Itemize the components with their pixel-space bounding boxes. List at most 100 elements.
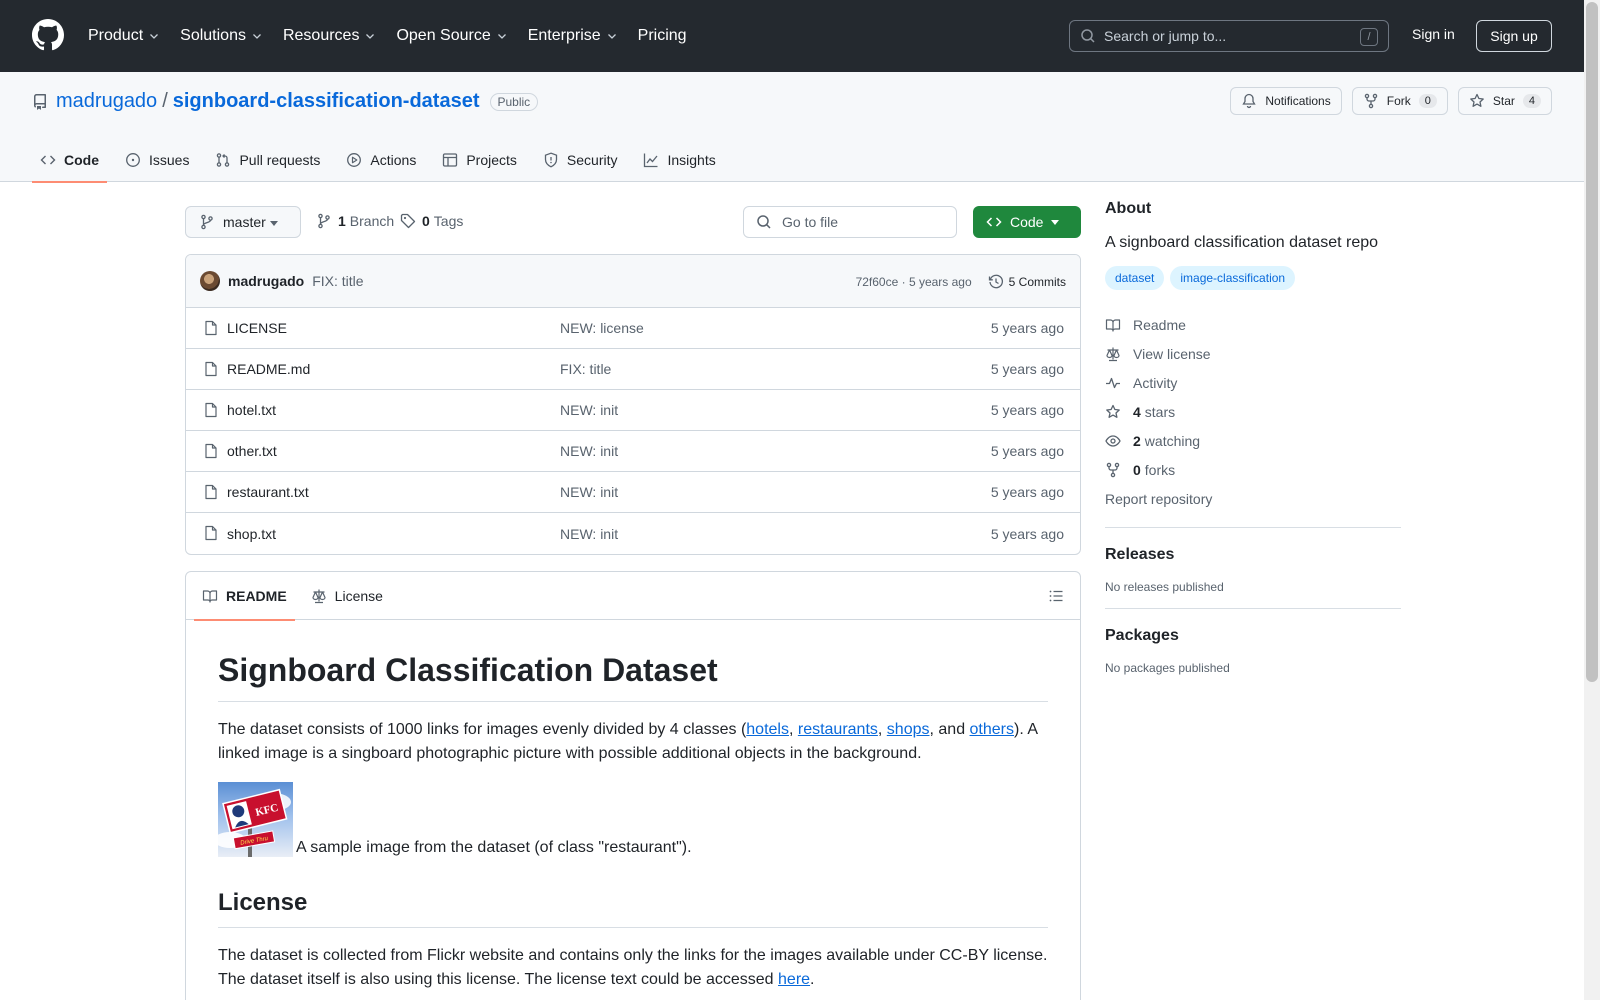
watching-link[interactable]: 2 watching [1105, 426, 1401, 455]
file-commit-message[interactable]: NEW: init [560, 443, 618, 459]
packages-title[interactable]: Packages [1105, 627, 1401, 645]
stars-link[interactable]: 4 stars [1105, 397, 1401, 426]
branch-count-link[interactable]: 1 Branch [316, 213, 394, 229]
sign-up-button[interactable]: Sign up [1476, 20, 1552, 52]
scrollbar-thumb[interactable] [1586, 2, 1598, 682]
nav-open-source-label: Open Source [396, 27, 491, 44]
file-name-link[interactable]: shop.txt [227, 526, 276, 542]
nav-pricing[interactable]: Pricing [638, 27, 687, 45]
play-icon [347, 153, 362, 167]
tab-code-label: Code [64, 152, 99, 168]
nav-product[interactable]: Product [88, 27, 160, 45]
forks-link[interactable]: 0 forks [1105, 455, 1401, 484]
link-shops[interactable]: shops [887, 721, 930, 738]
file-commit-message[interactable]: NEW: init [560, 402, 618, 418]
report-repository-link[interactable]: Report repository [1105, 484, 1401, 513]
link-others[interactable]: others [970, 721, 1014, 738]
link-hotels[interactable]: hotels [746, 721, 789, 738]
tag-count-link[interactable]: 0 Tags [400, 213, 463, 229]
license-heading: License [218, 881, 1048, 928]
link-here[interactable]: here [778, 971, 810, 988]
file-commit-message[interactable]: FIX: title [560, 361, 611, 377]
go-to-file-input[interactable]: Go to file [743, 206, 957, 238]
file-name-link[interactable]: hotel.txt [227, 402, 276, 418]
nav-enterprise[interactable]: Enterprise [528, 27, 618, 45]
fork-button[interactable]: Fork 0 [1351, 87, 1448, 115]
tab-pull-requests[interactable]: Pull requests [207, 138, 328, 182]
code-dropdown-button[interactable]: Code [973, 206, 1081, 238]
tab-code[interactable]: Code [32, 138, 107, 183]
nav-solutions[interactable]: Solutions [180, 27, 263, 45]
sign-in-link[interactable]: Sign in [1412, 26, 1455, 42]
view-license-link[interactable]: View license [1105, 339, 1401, 368]
readme-link[interactable]: Readme [1105, 310, 1401, 339]
avatar[interactable] [200, 271, 220, 291]
code-icon [40, 155, 56, 165]
tab-readme[interactable]: README [194, 572, 295, 621]
topics-list: dataset image-classification [1105, 266, 1401, 290]
commits-history-link[interactable]: 5 Commits [988, 274, 1066, 290]
tab-actions[interactable]: Actions [338, 138, 424, 182]
file-name-link[interactable]: README.md [227, 361, 310, 377]
commit-hash-time[interactable]: 72f60ce · 5 years ago [856, 275, 972, 289]
tab-issues[interactable]: Issues [117, 138, 197, 182]
file-commit-message[interactable]: NEW: init [560, 526, 618, 542]
file-name-link[interactable]: restaurant.txt [227, 484, 309, 500]
file-row[interactable]: LICENSE NEW: license 5 years ago [186, 308, 1080, 349]
file-commit-message[interactable]: NEW: init [560, 484, 618, 500]
code-icon [986, 217, 1002, 227]
nav-resources[interactable]: Resources [283, 27, 376, 45]
law-icon [312, 589, 326, 603]
search-icon [1081, 29, 1095, 43]
tab-projects[interactable]: Projects [434, 138, 525, 182]
sidebar-divider [1105, 527, 1401, 528]
nav-open-source[interactable]: Open Source [396, 27, 507, 45]
tab-insights[interactable]: Insights [635, 138, 723, 182]
star-icon [1106, 404, 1120, 418]
activity-label: Activity [1133, 374, 1178, 391]
fork-label: Fork [1386, 94, 1411, 108]
commit-message-link[interactable]: FIX: title [312, 273, 363, 289]
file-row[interactable]: shop.txt NEW: init 5 years ago [186, 513, 1080, 554]
commit-author-link[interactable]: madrugado [228, 273, 304, 289]
link-restaurants[interactable]: restaurants [798, 721, 878, 738]
star-icon [1470, 93, 1484, 107]
nav-resources-label: Resources [282, 27, 360, 44]
history-icon [988, 274, 1003, 288]
tab-projects-label: Projects [466, 152, 517, 168]
file-row[interactable]: restaurant.txt NEW: init 5 years ago [186, 472, 1080, 513]
star-label: Star [1492, 94, 1515, 108]
issue-icon [126, 153, 140, 167]
activity-link[interactable]: Activity [1105, 368, 1401, 397]
tab-license-label: License [334, 587, 383, 604]
topic-tag[interactable]: dataset [1105, 266, 1165, 290]
intro-and: , and [929, 721, 970, 738]
list-unordered-icon[interactable] [1048, 588, 1064, 604]
pulse-icon [1106, 377, 1120, 388]
topic-tag[interactable]: image-classification [1170, 266, 1296, 290]
repo-owner-link[interactable]: madrugado [56, 90, 157, 113]
star-button[interactable]: Star 4 [1457, 87, 1552, 115]
file-commit-message[interactable]: NEW: license [560, 320, 644, 336]
nav-product-label: Product [88, 27, 144, 44]
tab-license[interactable]: License [311, 572, 383, 620]
file-name-link[interactable]: other.txt [227, 443, 277, 459]
sample-signboard-image[interactable]: KFC Drive Thru [218, 782, 293, 857]
file-name-link[interactable]: LICENSE [227, 320, 287, 336]
file-row[interactable]: hotel.txt NEW: init 5 years ago [186, 390, 1080, 431]
github-logo-icon[interactable] [32, 19, 64, 51]
branch-select-button[interactable]: master [185, 206, 301, 238]
repo-name-link[interactable]: signboard-classification-dataset [173, 90, 480, 113]
releases-title[interactable]: Releases [1105, 546, 1401, 564]
global-search-input[interactable]: Search or jump to... / [1069, 20, 1389, 52]
page-scrollbar[interactable] [1584, 0, 1600, 1000]
visibility-badge: Public [489, 92, 539, 111]
file-icon [205, 484, 217, 500]
search-placeholder: Search or jump to... [1104, 28, 1227, 44]
notifications-button[interactable]: Notifications [1230, 87, 1342, 115]
file-row[interactable]: other.txt NEW: init 5 years ago [186, 431, 1080, 472]
tab-security[interactable]: Security [535, 138, 626, 182]
tag-count: 0 [422, 213, 430, 229]
tab-pull-requests-label: Pull requests [239, 152, 321, 168]
file-row[interactable]: README.md FIX: title 5 years ago [186, 349, 1080, 390]
